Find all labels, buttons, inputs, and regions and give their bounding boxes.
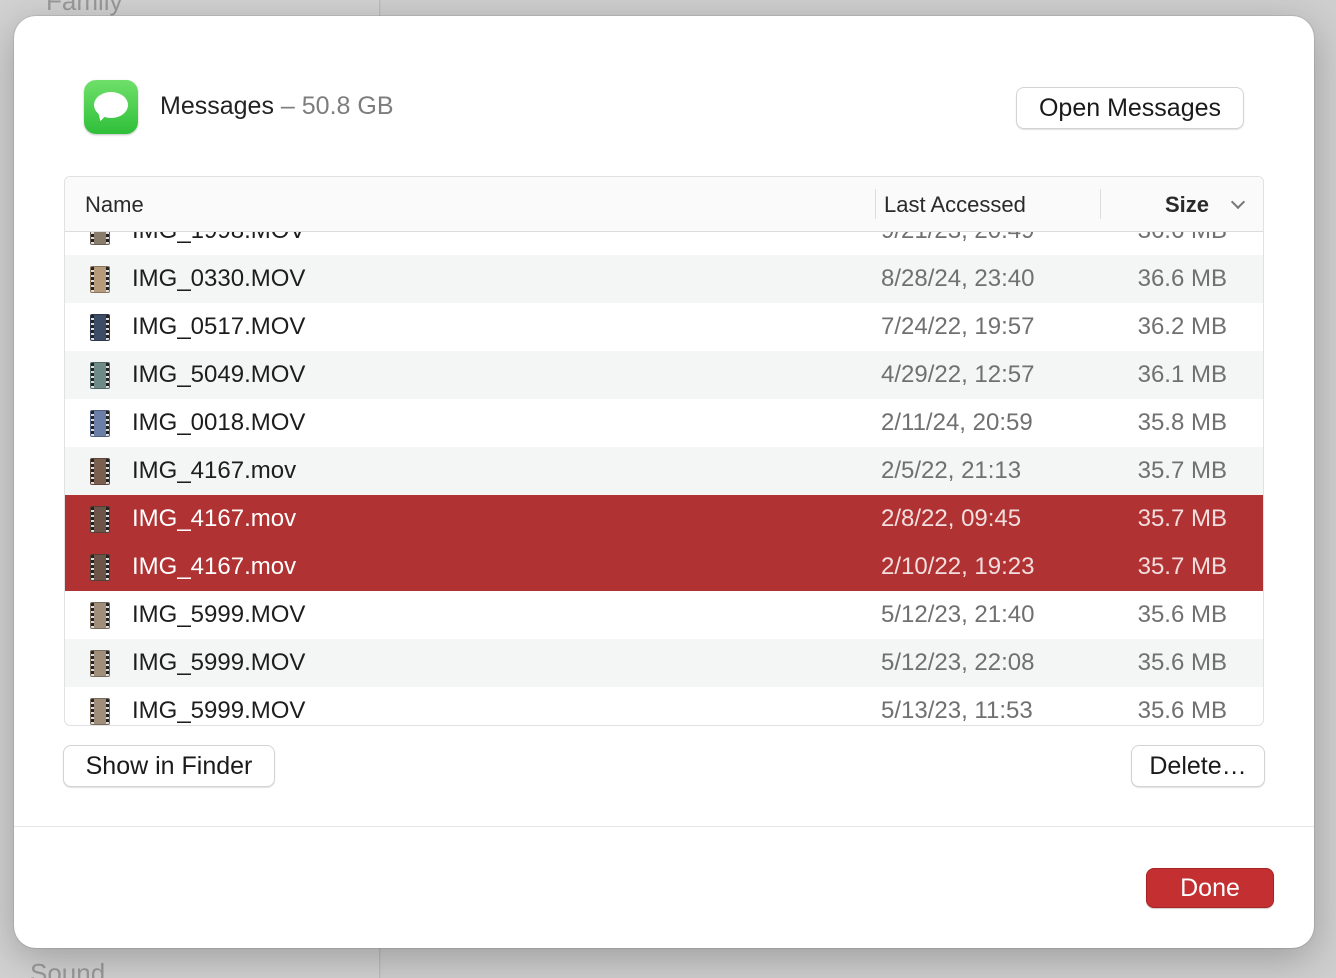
table-row[interactable]: IMG_5999.MOV 5/12/23, 21:40 35.6 MB (65, 591, 1263, 639)
file-name: IMG_0517.MOV (132, 313, 306, 340)
file-name: IMG_5049.MOV (132, 361, 306, 388)
file-name: IMG_5999.MOV (132, 601, 306, 628)
footer-divider (14, 826, 1314, 827)
table-row[interactable]: IMG_4167.mov 2/8/22, 09:45 35.7 MB (65, 495, 1263, 543)
file-size: 35.7 MB (1137, 505, 1227, 532)
file-size: 35.7 MB (1137, 457, 1227, 484)
file-name: IMG_0018.MOV (132, 409, 306, 436)
file-size: 35.7 MB (1137, 553, 1227, 580)
video-thumbnail-icon (90, 314, 110, 341)
video-thumbnail-icon (90, 506, 110, 533)
last-accessed: 2/5/22, 21:13 (881, 457, 1022, 484)
table-row[interactable]: IMG_5999.MOV 5/12/23, 22:08 35.6 MB (65, 639, 1263, 687)
file-size: 36.2 MB (1137, 313, 1227, 340)
background-sidebar-item: Sound (30, 958, 106, 978)
table-rows: IMG_1998.MOV9/21/23, 20:4936.6 MBIMG_033… (65, 232, 1263, 725)
last-accessed: 8/28/24, 23:40 (881, 265, 1035, 292)
file-name: IMG_4167.mov (132, 457, 297, 484)
open-messages-button[interactable]: Open Messages (1016, 87, 1244, 129)
last-accessed: 5/12/23, 22:08 (881, 649, 1035, 676)
file-size: 35.6 MB (1137, 649, 1227, 676)
last-accessed: 2/8/22, 09:45 (881, 505, 1022, 532)
last-accessed: 5/13/23, 11:53 (881, 697, 1033, 724)
column-divider[interactable] (875, 189, 876, 219)
column-header-name[interactable]: Name (85, 192, 144, 218)
file-size: 35.8 MB (1137, 409, 1227, 436)
table-row[interactable]: IMG_1998.MOV 9/21/23, 20:49 36.6 MB (65, 232, 1263, 255)
app-storage-size: 50.8 GB (301, 92, 394, 120)
title-separator: – (280, 92, 295, 120)
file-name: IMG_1998.MOV (132, 232, 305, 245)
video-thumbnail-icon (90, 698, 110, 725)
video-thumbnail-icon (90, 554, 110, 581)
app-title: Messages – 50.8 GB (160, 92, 394, 121)
video-thumbnail-icon (90, 602, 110, 629)
file-size: 36.6 MB (1138, 232, 1227, 245)
last-accessed: 4/29/22, 12:57 (881, 361, 1035, 388)
file-size: 35.6 MB (1137, 697, 1227, 724)
last-accessed: 2/10/22, 19:23 (881, 553, 1035, 580)
storage-detail-sheet: Messages – 50.8 GB Open Messages Name La… (14, 16, 1314, 948)
column-divider[interactable] (1100, 189, 1101, 219)
file-name: IMG_5999.MOV (132, 649, 306, 676)
video-thumbnail-icon (90, 232, 110, 245)
video-thumbnail-icon (90, 266, 110, 293)
column-header-last-accessed[interactable]: Last Accessed (884, 192, 1026, 218)
video-thumbnail-icon (90, 650, 110, 677)
table-row[interactable]: IMG_5049.MOV 4/29/22, 12:57 36.1 MB (65, 351, 1263, 399)
messages-icon (84, 80, 138, 134)
chevron-down-icon[interactable] (1230, 194, 1246, 210)
last-accessed: 2/11/24, 20:59 (881, 409, 1033, 436)
background-sidebar-item: Family (46, 0, 123, 16)
file-name: IMG_5999.MOV (132, 697, 306, 724)
file-table: Name Last Accessed Size IMG_1998.MOV 9/21… (64, 176, 1264, 726)
video-thumbnail-icon (90, 410, 110, 437)
last-accessed: 5/12/23, 21:40 (881, 601, 1035, 628)
column-header-size[interactable]: Size (1165, 192, 1209, 218)
file-name: IMG_4167.mov (132, 553, 297, 580)
app-name: Messages (160, 92, 274, 120)
file-size: 36.6 MB (1137, 265, 1227, 292)
last-accessed: 9/21/23, 20:49 (881, 232, 1034, 245)
delete-button[interactable]: Delete… (1131, 745, 1265, 787)
done-button[interactable]: Done (1146, 868, 1274, 908)
table-row[interactable]: IMG_0330.MOV 8/28/24, 23:40 36.6 MB (65, 255, 1263, 303)
file-name: IMG_0330.MOV (132, 265, 306, 292)
table-row[interactable]: IMG_5999.MOV 5/13/23, 11:53 35.6 MB (65, 687, 1263, 725)
file-name: IMG_4167.mov (132, 505, 297, 532)
table-row[interactable]: IMG_0517.MOV 7/24/22, 19:57 36.2 MB (65, 303, 1263, 351)
table-body[interactable]: IMG_1998.MOV9/21/23, 20:4936.6 MBIMG_033… (65, 232, 1263, 725)
table-header: Name Last Accessed Size (65, 177, 1263, 232)
video-thumbnail-icon (90, 458, 110, 485)
file-size: 36.1 MB (1137, 361, 1227, 388)
table-row[interactable]: IMG_4167.mov 2/5/22, 21:13 35.7 MB (65, 447, 1263, 495)
video-thumbnail-icon (90, 362, 110, 389)
table-row[interactable]: IMG_0018.MOV 2/11/24, 20:59 35.8 MB (65, 399, 1263, 447)
show-in-finder-button[interactable]: Show in Finder (63, 745, 275, 787)
file-size: 35.6 MB (1137, 601, 1227, 628)
table-row[interactable]: IMG_4167.mov 2/10/22, 19:23 35.7 MB (65, 543, 1263, 591)
last-accessed: 7/24/22, 19:57 (881, 313, 1035, 340)
